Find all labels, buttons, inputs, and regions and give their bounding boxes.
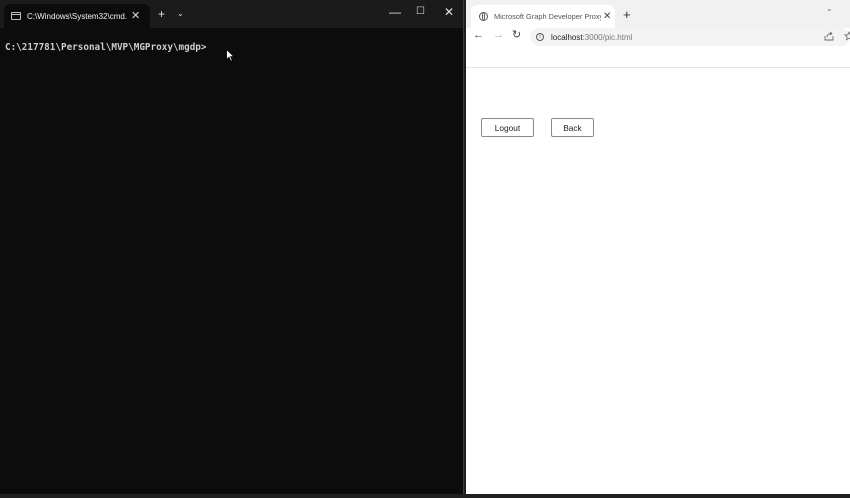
globe-icon (479, 12, 488, 21)
forward-arrow-icon[interactable]: → (493, 30, 504, 41)
new-tab-button[interactable]: + (623, 8, 631, 21)
share-icon[interactable] (824, 31, 834, 41)
maximize-button[interactable]: ☐ (416, 7, 425, 17)
toolbar-divider (466, 67, 850, 68)
terminal-app-icon (11, 12, 21, 20)
back-arrow-icon[interactable]: ← (473, 30, 484, 41)
new-tab-button[interactable]: + (158, 8, 165, 20)
terminal-titlebar[interactable]: C:\Windows\System32\cmd.e ✕ + ⌄ — ☐ ✕ (0, 0, 463, 28)
close-window-button[interactable]: ✕ (444, 6, 454, 18)
tab-search-icon[interactable]: ⌄ (826, 4, 833, 13)
mouse-pointer-icon (226, 49, 235, 62)
terminal-prompt[interactable]: C:\217781\Personal\MVP\MGProxy\mgdp> (5, 42, 207, 53)
browser-window[interactable]: Microsoft Graph Developer Proxy ✕ + ⌄ ← … (466, 0, 850, 494)
chevron-down-icon[interactable]: ⌄ (177, 10, 184, 18)
url-host: localhost (551, 32, 583, 42)
back-button[interactable]: Back (551, 118, 594, 137)
logout-button[interactable]: Logout (481, 118, 534, 137)
taskbar (0, 494, 850, 498)
browser-tab-title: Microsoft Graph Developer Proxy (494, 12, 601, 21)
url-path: :3000/pic.html (582, 32, 633, 42)
terminal-window[interactable]: C:\Windows\System32\cmd.e ✕ + ⌄ — ☐ ✕ C:… (0, 0, 464, 494)
url-text[interactable]: localhost:3000/pic.html (551, 33, 632, 42)
favorite-icon[interactable] (844, 31, 850, 41)
address-bar[interactable]: i localhost:3000/pic.html (530, 28, 850, 46)
browser-toolbar: ← → ↻ i localhost:3000/pic.html (466, 28, 850, 47)
close-tab-icon[interactable]: ✕ (603, 11, 611, 22)
close-tab-icon[interactable]: ✕ (131, 10, 140, 22)
minimize-button[interactable]: — (389, 6, 401, 18)
browser-tabstrip[interactable]: Microsoft Graph Developer Proxy ✕ + ⌄ (466, 0, 850, 28)
info-icon[interactable]: i (536, 33, 544, 41)
terminal-tab-title: C:\Windows\System32\cmd.e (27, 11, 127, 21)
reload-icon[interactable]: ↻ (512, 30, 521, 41)
browser-tab[interactable]: Microsoft Graph Developer Proxy ✕ (471, 5, 615, 28)
terminal-tab[interactable]: C:\Windows\System32\cmd.e ✕ (4, 4, 150, 28)
